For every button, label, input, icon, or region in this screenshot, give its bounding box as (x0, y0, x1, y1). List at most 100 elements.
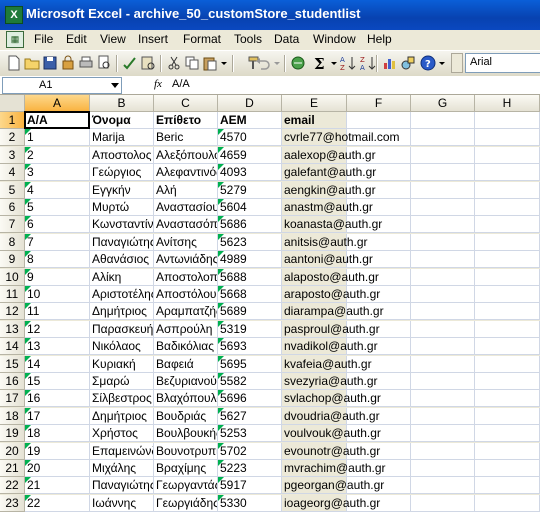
menu-file[interactable]: File (34, 32, 53, 46)
cell-c13[interactable]: Ασπρούλη (154, 320, 218, 338)
cell-e15[interactable]: kvafeia@auth.gr (282, 355, 372, 373)
cell-a20[interactable]: 19 (25, 442, 90, 460)
cell-g18[interactable] (411, 407, 475, 425)
number-as-text-indicator-icon[interactable] (25, 303, 31, 310)
number-as-text-indicator-icon[interactable] (25, 199, 31, 205)
cell-c23[interactable]: Γεωργιάδης (154, 494, 218, 512)
cell-e13[interactable]: pasproul@auth.gr (282, 320, 380, 338)
copy-icon[interactable] (184, 55, 200, 71)
cell-a23[interactable]: 22 (25, 494, 90, 512)
cell-b23[interactable]: Ιωάννης (90, 494, 154, 512)
cell-d2[interactable]: 4570 (218, 129, 282, 147)
insert-function-icon[interactable]: fx (154, 78, 162, 90)
cell-b8[interactable]: Παναγιώτης (90, 233, 154, 251)
number-as-text-indicator-icon[interactable] (218, 407, 224, 414)
name-box[interactable]: A1 (2, 77, 122, 94)
cell-a3[interactable]: 2 (25, 146, 90, 164)
cell-d5[interactable]: 5279 (218, 181, 282, 199)
toolbar-grip[interactable] (451, 53, 463, 73)
cell-e23[interactable]: ioageorg@auth.gr (282, 494, 380, 512)
cell-g12[interactable] (411, 303, 475, 321)
number-as-text-indicator-icon[interactable] (218, 199, 224, 205)
cell-d6[interactable]: 5604 (218, 199, 282, 216)
chart-wizard-icon[interactable] (382, 55, 398, 71)
cell-c5[interactable]: Αλή (154, 181, 218, 199)
menu-window[interactable]: Window (313, 32, 356, 46)
cell-b11[interactable]: Αριστοτέλης (90, 286, 154, 303)
number-as-text-indicator-icon[interactable] (218, 233, 224, 240)
cell-d7[interactable]: 5686 (218, 216, 282, 234)
cell-e7[interactable]: koanasta@auth.gr (282, 216, 382, 234)
number-as-text-indicator-icon[interactable] (25, 442, 31, 449)
cell-e4[interactable]: galefant@auth.gr (282, 164, 376, 182)
row-header-1[interactable]: 1 (0, 112, 25, 129)
cell-a22[interactable]: 21 (25, 477, 90, 495)
cell-e5[interactable]: aengkin@auth.gr (282, 181, 376, 199)
drawing-icon[interactable] (400, 55, 416, 71)
cell-h14[interactable] (475, 338, 540, 356)
cell-h8[interactable] (475, 233, 540, 251)
number-as-text-indicator-icon[interactable] (25, 233, 31, 240)
cell-e16[interactable]: svezyria@auth.gr (282, 373, 378, 390)
cell-c18[interactable]: Βουδριάς (154, 407, 218, 425)
number-as-text-indicator-icon[interactable] (25, 425, 31, 432)
cell-h2[interactable] (475, 129, 540, 147)
cell-d21[interactable]: 5223 (218, 460, 282, 477)
cell-b2[interactable]: Marija (90, 129, 154, 147)
number-as-text-indicator-icon[interactable] (218, 442, 224, 449)
select-all-corner[interactable] (0, 95, 25, 112)
cell-e12[interactable]: diarampa@auth.gr (282, 303, 384, 321)
number-as-text-indicator-icon[interactable] (218, 216, 224, 223)
paste-icon[interactable] (202, 55, 218, 71)
number-as-text-indicator-icon[interactable] (25, 268, 31, 275)
cell-a17[interactable]: 16 (25, 390, 90, 408)
cell-g4[interactable] (411, 164, 475, 182)
cell-h12[interactable] (475, 303, 540, 321)
number-as-text-indicator-icon[interactable] (25, 129, 31, 136)
row-header-7[interactable]: 7 (0, 216, 25, 234)
cell-b21[interactable]: Μιχάλης (90, 460, 154, 477)
row-header-8[interactable]: 8 (0, 233, 25, 251)
cell-a1[interactable]: A/A (25, 112, 90, 129)
number-as-text-indicator-icon[interactable] (218, 268, 224, 275)
cell-d18[interactable]: 5627 (218, 407, 282, 425)
number-as-text-indicator-icon[interactable] (218, 373, 224, 379)
cell-h1[interactable] (475, 112, 540, 129)
number-as-text-indicator-icon[interactable] (218, 320, 224, 327)
cell-h20[interactable] (475, 442, 540, 460)
permission-icon[interactable] (60, 55, 76, 71)
undo-icon[interactable] (255, 55, 271, 71)
column-header-g[interactable]: G (411, 95, 475, 112)
number-as-text-indicator-icon[interactable] (218, 355, 224, 362)
cell-c6[interactable]: Αναστασίου (154, 199, 218, 216)
new-document-icon[interactable] (6, 55, 22, 71)
cell-c19[interactable]: Βουλβουκής (154, 425, 218, 443)
row-header-16[interactable]: 16 (0, 373, 25, 390)
save-icon[interactable] (42, 55, 58, 71)
cell-g23[interactable] (411, 494, 475, 512)
cell-g13[interactable] (411, 320, 475, 338)
cell-e6[interactable]: anastm@auth.gr (282, 199, 373, 216)
toolbar-options-icon[interactable] (438, 55, 446, 71)
cell-b17[interactable]: Σίλβεστρος (90, 390, 154, 408)
number-as-text-indicator-icon[interactable] (218, 164, 224, 171)
cell-d9[interactable]: 4989 (218, 251, 282, 269)
cell-g17[interactable] (411, 390, 475, 408)
number-as-text-indicator-icon[interactable] (25, 216, 31, 223)
cell-b13[interactable]: Παρασκευή (90, 320, 154, 338)
row-header-23[interactable]: 23 (0, 494, 25, 512)
cell-b15[interactable]: Κυριακή (90, 355, 154, 373)
cell-h11[interactable] (475, 286, 540, 303)
menu-help[interactable]: Help (367, 32, 392, 46)
cell-c15[interactable]: Βαφειά (154, 355, 218, 373)
number-as-text-indicator-icon[interactable] (218, 338, 224, 345)
formula-content[interactable]: A/A (172, 78, 190, 90)
sort-ascending-icon[interactable]: AZ (340, 55, 356, 71)
row-header-19[interactable]: 19 (0, 425, 25, 443)
number-as-text-indicator-icon[interactable] (218, 390, 224, 397)
row-header-17[interactable]: 17 (0, 390, 25, 408)
cell-a10[interactable]: 9 (25, 268, 90, 286)
cell-c3[interactable]: Αλεξόπουλος (154, 146, 218, 164)
number-as-text-indicator-icon[interactable] (218, 460, 224, 466)
cell-a9[interactable]: 8 (25, 251, 90, 269)
